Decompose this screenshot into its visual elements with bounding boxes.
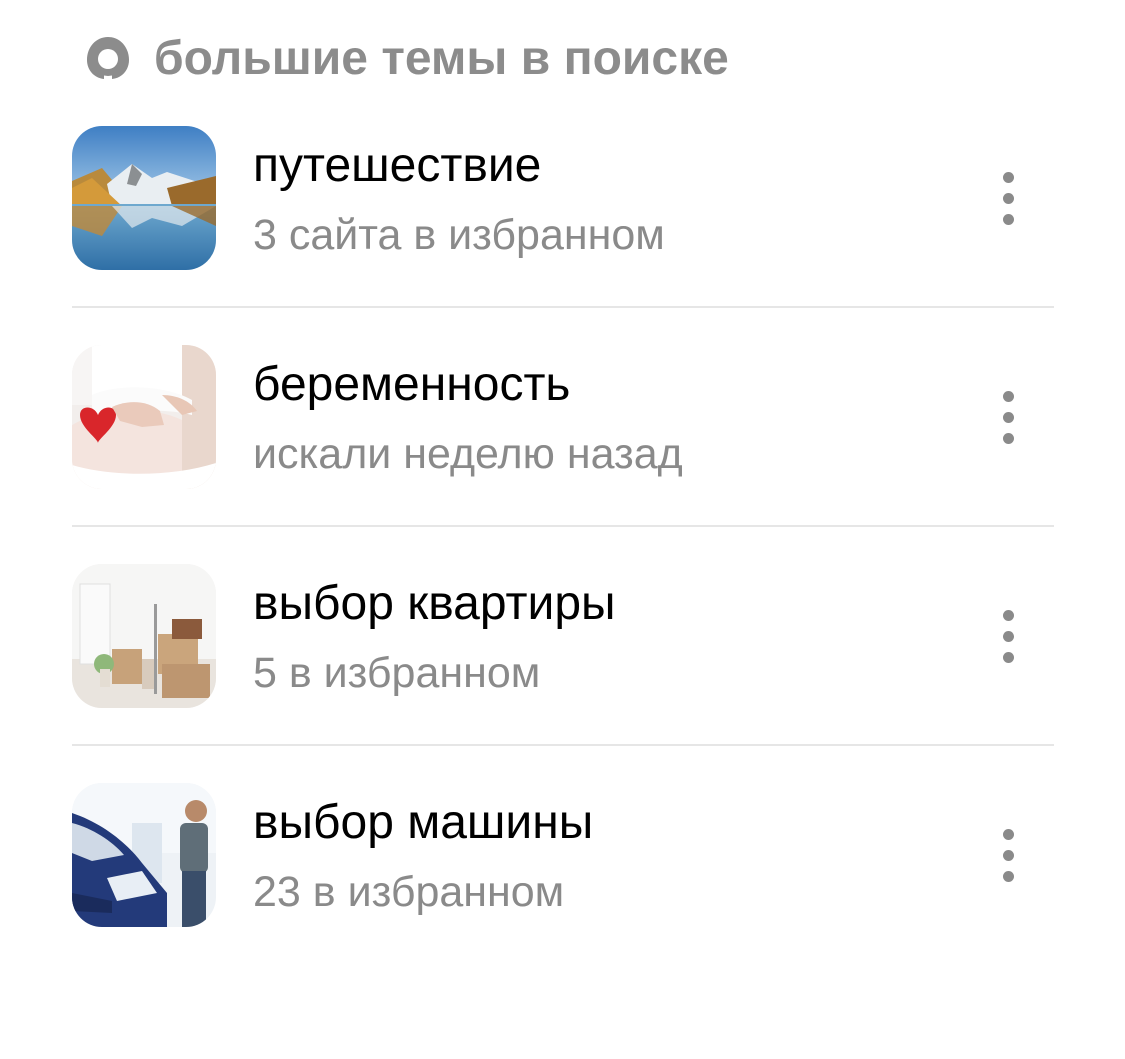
- more-vertical-icon[interactable]: [982, 600, 1034, 672]
- alice-icon: [87, 37, 129, 79]
- topic-title: выбор квартиры: [253, 577, 616, 630]
- topic-text: беременность искали неделю назад: [253, 355, 683, 483]
- section-title: большие темы в поиске: [154, 31, 729, 85]
- mountain-lake-image: [72, 126, 216, 270]
- divider: [72, 525, 1054, 527]
- section-header: большие темы в поиске: [84, 28, 729, 88]
- divider: [72, 306, 1054, 308]
- more-vertical-icon[interactable]: [982, 381, 1034, 453]
- more-vertical-icon[interactable]: [982, 819, 1034, 891]
- topic-item-apartment[interactable]: выбор квартиры 5 в избранном: [72, 564, 1054, 783]
- topic-text: выбор машины 23 в избранном: [253, 793, 593, 921]
- divider: [72, 744, 1054, 746]
- topic-subtitle: искали неделю назад: [253, 430, 683, 478]
- topic-subtitle: 3 сайта в избранном: [253, 211, 665, 259]
- topic-title: беременность: [253, 358, 571, 411]
- topic-title: путешествие: [253, 139, 542, 192]
- apartment-boxes-image: [72, 564, 216, 708]
- topic-subtitle: 5 в избранном: [253, 649, 541, 697]
- pregnancy-heart-image: [72, 345, 216, 489]
- car-showroom-image: [72, 783, 216, 927]
- topic-text: путешествие 3 сайта в избранном: [253, 136, 665, 264]
- topic-subtitle: 23 в избранном: [253, 868, 565, 916]
- topic-item-car[interactable]: выбор машины 23 в избранном: [72, 783, 1054, 1002]
- topic-item-pregnancy[interactable]: беременность искали неделю назад: [72, 345, 1054, 564]
- topic-title: выбор машины: [253, 796, 594, 849]
- more-vertical-icon[interactable]: [982, 162, 1034, 234]
- topic-text: выбор квартиры 5 в избранном: [253, 574, 616, 702]
- topic-item-travel[interactable]: путешествие 3 сайта в избранном: [72, 126, 1054, 345]
